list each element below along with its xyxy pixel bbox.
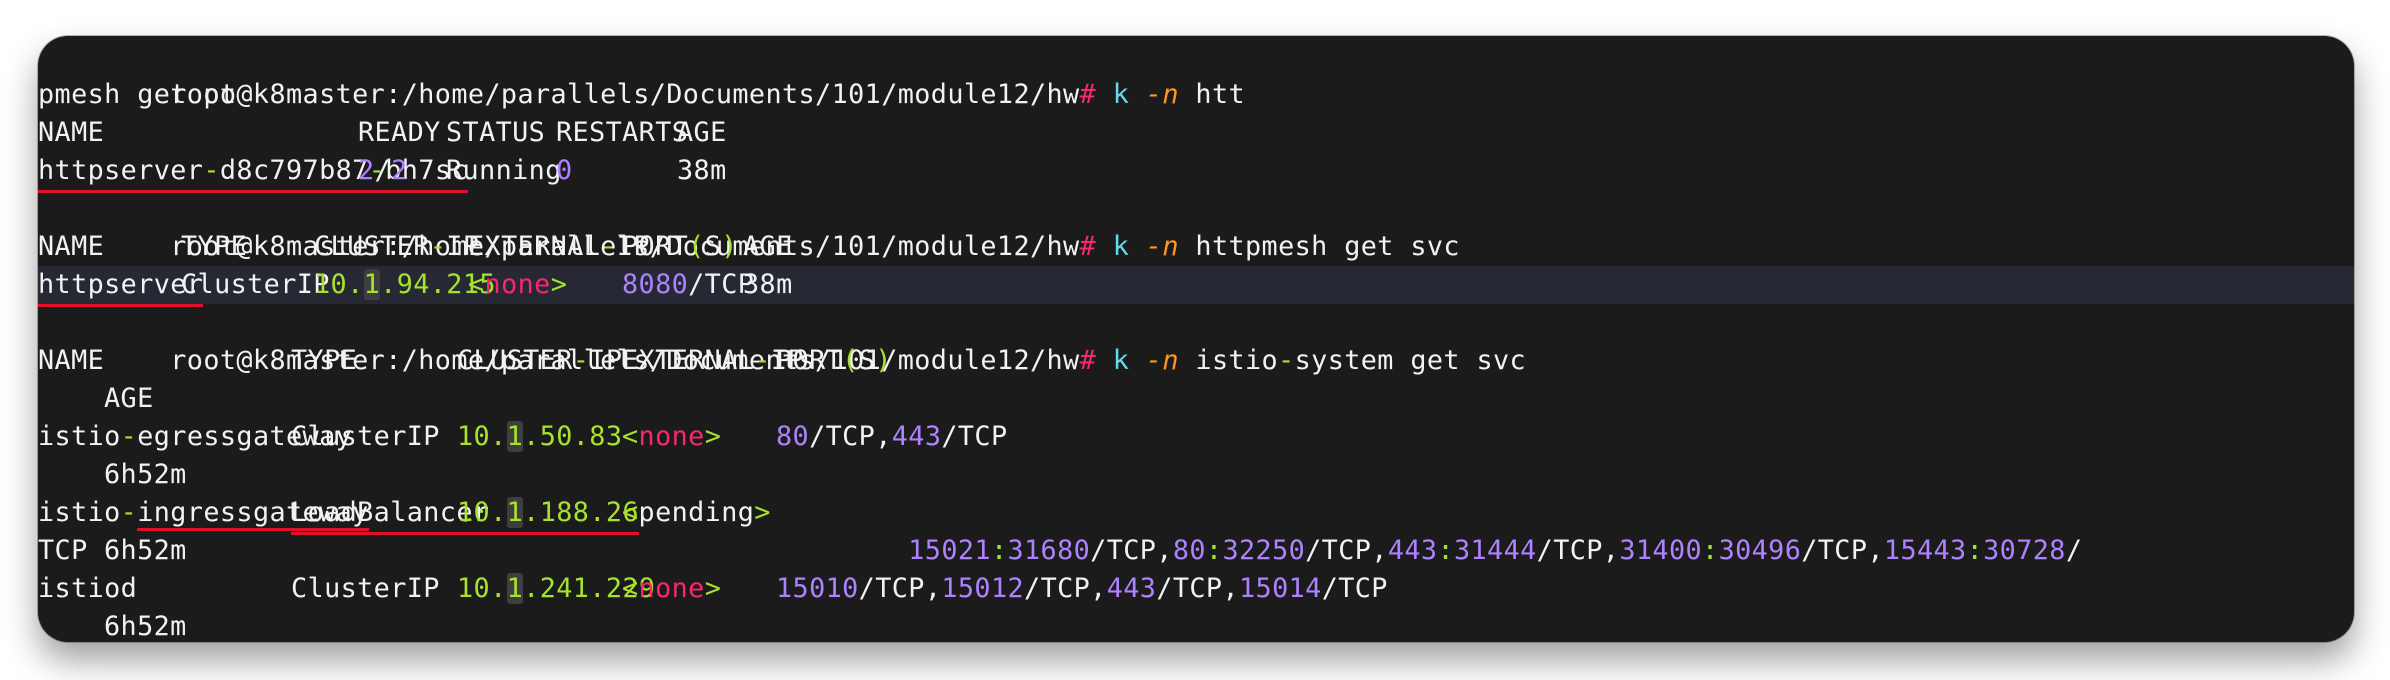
col-cluster-ip: CLUSTER-IP [314,231,480,262]
svc-header: NAME TYPE CLUSTER-IP EXTERNAL-IP PORT(S)… [38,228,2354,266]
col-name: NAME [38,117,105,148]
command-line-3: root@k8master:/home/parallels/Documents/… [170,345,1527,376]
col-age: AGE [104,383,154,414]
pods-header: NAME READY STATUS RESTARTS AGE [38,114,2354,152]
pod-ready: 2/2 [358,155,408,186]
svc-age: 6h52m [104,535,187,566]
svc-name: istiod [38,573,138,604]
terminal-window[interactable]: root@k8master:/home/parallels/Documents/… [38,36,2354,642]
svc-type: ClusterIP [181,269,330,300]
pod-restarts: 0 [556,155,573,186]
svc-external-ip: <none> [622,421,722,452]
svc-ports-wrap: TCP [38,535,88,566]
col-restarts: RESTARTS [556,117,689,148]
svc-external-ip: <none> [622,573,722,604]
svc-age: 6h52m [104,459,187,490]
svc-ports: 15010/TCP,15012/TCP,443/TCP,15014/TCP [776,573,1388,604]
col-ports: PORT(S) [776,345,892,376]
svc-external-ip: <none> [468,269,568,300]
svc-row-ingressgateway: istio-ingressgateway LoadBalancer 10.1.1… [38,494,2354,566]
command-line-2: root@k8master:/home/parallels/Documents/… [38,190,2354,262]
svc-ports: 8080/TCP [622,269,755,300]
col-age: AGE [677,117,727,148]
svc-external-ip: <pending> [622,497,771,528]
svc-type: ClusterIP [291,421,440,452]
svc-cluster-ip: 10.1.188.26 [457,494,639,535]
svc-row-egressgateway-wrap: 6h52m [38,456,2354,494]
col-age: AGE [743,231,793,262]
svc-type: ClusterIP [291,573,440,604]
svc-cluster-ip: 10.1.50.83 [457,421,623,452]
svc-row-istiod: istiod ClusterIP 10.1.241.229 <none> 150… [38,570,2354,608]
command-line-1: root@k8master:/home/parallels/Documents/… [38,38,2354,110]
svc-row-egressgateway: istio-egressgateway ClusterIP 10.1.50.83… [38,418,2354,456]
col-name: NAME [38,345,105,376]
svc-row-istiod-wrap: 6h52m [38,608,2354,642]
svc-row-ingressgateway-wrap: TCP 6h52m [38,532,2354,570]
istio-header-wrap: AGE [38,380,2354,418]
svc-age: 38m [743,269,793,300]
svc-name: httpserver [38,266,204,307]
pod-status: Running [446,155,562,186]
istio-header: NAME TYPE CLUSTER-IP EXTERNAL-IP PORT(S) [38,342,2354,380]
pod-age: 38m [677,155,727,186]
col-type: TYPE [181,231,248,262]
col-cluster-ip: CLUSTER-IP [457,345,623,376]
terminal-output: root@k8master:/home/parallels/Documents/… [38,38,2354,642]
col-status: STATUS [446,117,546,148]
col-name: NAME [38,231,105,262]
col-ports: PORT(S) [622,231,738,262]
svc-row-httpserver: httpserver ClusterIP 10.1.94.215 <none> … [38,266,2354,307]
svc-ports: 80/TCP,443/TCP [776,421,1008,452]
command-continuation: pmesh get po [38,79,237,110]
pod-row: httpserver-d8c797b87-bh7sc 2/2 Running 0… [38,152,2354,193]
col-type: TYPE [291,345,358,376]
command-line-1-wrap: pmesh get po [38,76,2354,114]
col-ready: READY [358,117,441,148]
svc-age: 6h52m [104,611,187,642]
